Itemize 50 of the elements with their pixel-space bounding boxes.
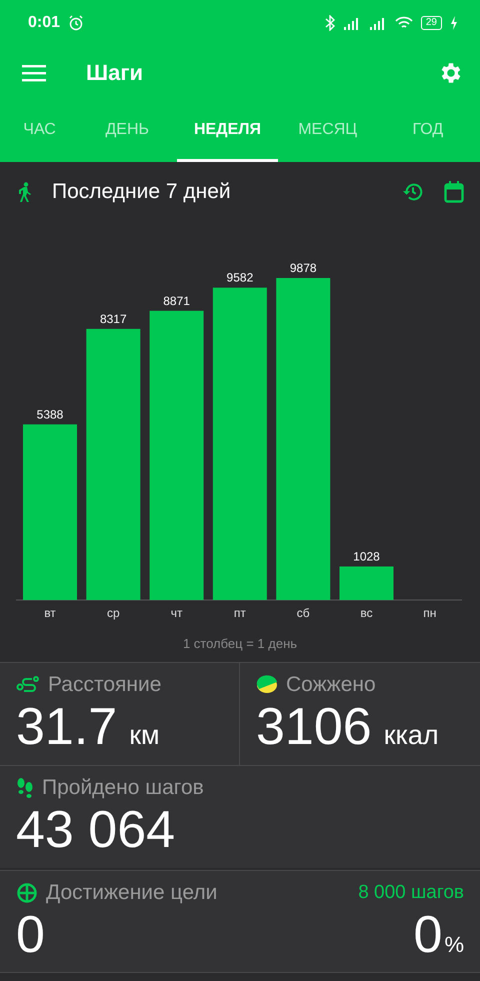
bar-value: 8317: [100, 312, 127, 326]
axis-label: пт: [234, 606, 246, 620]
app-title: Шаги: [86, 60, 144, 86]
period-tab[interactable]: ЧАС: [2, 100, 78, 162]
stat-unit: ккал: [384, 720, 439, 751]
stat-value: 31.7: [16, 697, 118, 757]
axis-label: ср: [106, 606, 120, 620]
period-tab[interactable]: ГОД: [378, 100, 478, 162]
signal-icon: [368, 16, 387, 30]
chart-caption: 1 столбец = 1 день: [182, 635, 298, 653]
route-icon: [16, 675, 40, 695]
axis-label: вс: [360, 606, 373, 620]
calendar-icon[interactable]: [444, 181, 464, 203]
history-icon[interactable]: [402, 181, 424, 203]
stat-label: Достижение цели: [46, 881, 218, 905]
stat-value: 3106: [256, 697, 372, 757]
bluetooth-icon: [324, 15, 335, 31]
period-tab[interactable]: МЕСЯЦ: [278, 100, 378, 162]
period-tab[interactable]: ДЕНЬ: [77, 100, 178, 162]
bar: [340, 566, 394, 600]
clock-time: 0:01: [28, 14, 60, 32]
bar-value: 5388: [36, 407, 64, 422]
axis-label: сб: [296, 606, 310, 620]
bar-value: 1028: [353, 550, 380, 564]
period-tab[interactable]: НЕДЕЛЯ: [177, 100, 278, 162]
target-icon: [16, 882, 38, 904]
axis-label: чт: [170, 606, 182, 620]
charging-icon: [450, 16, 458, 30]
stat-label: Сожжено: [286, 673, 377, 697]
alarm-icon: [68, 15, 84, 31]
bar-value: 9878: [290, 261, 317, 275]
goal-target: 8 000 шагов: [358, 882, 464, 904]
stat-unit: км: [129, 720, 160, 751]
walking-icon: [18, 182, 32, 202]
burn-icon: [256, 675, 278, 695]
period-title: Последние 7 дней: [52, 180, 232, 204]
wifi-icon: [394, 16, 413, 30]
stat-value: 43 064: [16, 800, 176, 860]
signal-icon: [342, 16, 361, 30]
stat-value: 0: [16, 905, 45, 965]
stat-unit: %: [444, 932, 464, 958]
goal-percent: 0: [414, 905, 442, 965]
battery-level: 29: [420, 16, 442, 30]
footprints-icon: [16, 777, 34, 799]
bar-value: 8871: [163, 294, 190, 308]
bar-value: 9582: [226, 270, 254, 285]
axis-label: вт: [44, 606, 56, 620]
stat-label: Пройдено шагов: [42, 776, 205, 800]
stat-label: Расстояние: [48, 673, 162, 697]
axis-label: пн: [423, 606, 436, 620]
